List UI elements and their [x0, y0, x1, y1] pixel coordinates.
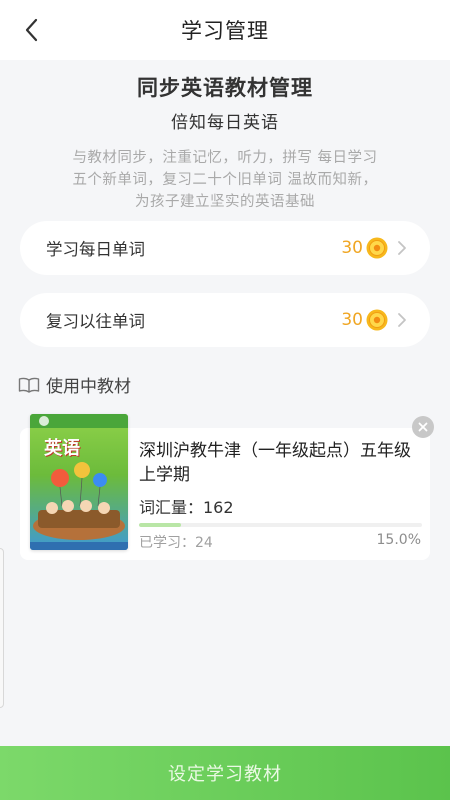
set-textbook-label: 设定学习教材 — [168, 764, 282, 785]
remove-textbook-button[interactable] — [412, 416, 434, 438]
textbook-name: 深圳沪教牛津（一年级起点）五年级上学期 — [139, 441, 411, 485]
review-words-label: 复习以往单词 — [46, 312, 145, 331]
progress-percent: 15.0% — [376, 532, 421, 548]
close-icon — [418, 422, 428, 432]
edge-scroll-handle — [0, 548, 4, 708]
vocab-count: 词汇量：162 — [139, 498, 234, 517]
coin-icon — [366, 309, 388, 331]
intro-section: 同步英语教材管理 倍知每日英语 与教材同步，注重记忆，听力，拼写 每日学习五个新… — [0, 68, 450, 213]
textbook-card[interactable]: 英语 深圳沪教牛津（一年级起点）五年级上学期 词汇量：162 已学习：24 15… — [20, 414, 434, 560]
intro-title: 同步英语教材管理 — [137, 76, 313, 100]
back-button[interactable] — [14, 12, 50, 48]
coin-icon — [366, 237, 388, 259]
intro-description: 与教材同步，注重记忆，听力，拼写 每日学习五个新单词，复习二十个旧单词 温故而知… — [72, 150, 378, 210]
learned-count: 已学习：24 — [139, 535, 213, 551]
set-textbook-button[interactable]: 设定学习教材 — [0, 746, 450, 800]
daily-words-label: 学习每日单词 — [46, 240, 145, 259]
textbook-cover: 英语 — [30, 414, 128, 550]
back-arrow-icon — [25, 18, 38, 42]
chevron-right-icon — [398, 241, 406, 255]
progress-bar — [139, 523, 422, 527]
book-icon — [18, 377, 40, 393]
current-textbook-heading: 使用中教材 — [18, 372, 131, 397]
daily-words-card[interactable]: 学习每日单词 30 — [20, 221, 430, 275]
cover-title: 英语 — [44, 438, 80, 459]
top-nav-bar: 学习管理 — [0, 0, 450, 60]
daily-words-count: 30 — [341, 238, 363, 258]
section-title: 使用中教材 — [46, 377, 131, 397]
progress-fill — [139, 523, 182, 527]
review-words-card[interactable]: 复习以往单词 30 — [20, 293, 430, 347]
review-words-count: 30 — [341, 310, 363, 330]
intro-subtitle: 倍知每日英语 — [171, 113, 279, 133]
chevron-right-icon — [398, 313, 406, 327]
page-title: 学习管理 — [181, 19, 269, 43]
